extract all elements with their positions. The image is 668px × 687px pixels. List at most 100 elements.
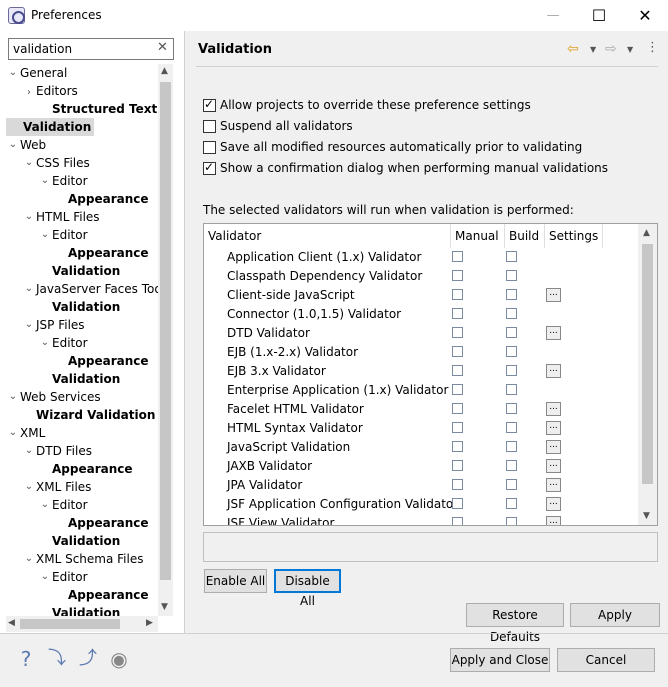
settings-button[interactable]: ... <box>546 440 561 454</box>
expanded-chevron-icon[interactable]: ⌄ <box>6 424 20 442</box>
column-header-validator[interactable]: Validator <box>204 224 451 248</box>
table-row[interactable]: DTD Validator... <box>204 324 641 343</box>
settings-button[interactable]: ... <box>546 364 561 378</box>
manual-checkbox[interactable] <box>452 365 463 376</box>
tree-item[interactable]: ⌄ Editor <box>38 226 88 244</box>
apply-and-close-button[interactable]: Apply and Close <box>450 648 550 672</box>
expanded-chevron-icon[interactable]: ⌄ <box>22 316 36 334</box>
table-row[interactable]: Client-side JavaScript... <box>204 286 641 305</box>
collapsed-chevron-icon[interactable]: › <box>22 84 36 102</box>
table-row[interactable]: JPA Validator... <box>204 476 641 495</box>
build-checkbox[interactable] <box>506 251 517 262</box>
table-row[interactable]: Application Client (1.x) Validator <box>204 248 641 267</box>
expanded-chevron-icon[interactable]: ⌄ <box>22 550 36 568</box>
tree-item[interactable]: ⌄ XML Schema Files <box>22 550 144 568</box>
scroll-up-icon[interactable]: ▲ <box>643 228 650 238</box>
manual-checkbox[interactable] <box>452 289 463 300</box>
manual-checkbox[interactable] <box>452 517 463 525</box>
expanded-chevron-icon[interactable]: ⌄ <box>6 64 20 82</box>
tree-horizontal-scrollbar[interactable]: ◀ ▶ <box>6 616 158 632</box>
build-checkbox[interactable] <box>506 289 517 300</box>
manual-checkbox[interactable] <box>452 422 463 433</box>
tree-item[interactable]: ⌄ Editor <box>38 172 88 190</box>
expanded-chevron-icon[interactable]: ⌄ <box>22 442 36 460</box>
record-icon[interactable]: ◉ <box>108 648 130 670</box>
tree-item[interactable]: Appearance <box>54 352 149 370</box>
settings-button[interactable]: ... <box>546 288 561 302</box>
build-checkbox[interactable] <box>506 460 517 471</box>
tree-item[interactable]: ⌄ JavaServer Faces Too <box>22 280 158 298</box>
build-checkbox[interactable] <box>506 403 517 414</box>
tree-item[interactable]: ⌄ Web Services <box>6 388 101 406</box>
export-icon[interactable]: ⤴ <box>77 648 99 670</box>
build-checkbox[interactable] <box>506 346 517 357</box>
column-header-manual[interactable]: Manual <box>451 224 505 248</box>
scroll-thumb[interactable] <box>160 82 171 580</box>
tree-item[interactable]: Appearance <box>54 244 149 262</box>
cancel-button[interactable]: Cancel <box>557 648 655 672</box>
option-label[interactable]: Suspend all validators <box>220 119 353 133</box>
build-checkbox[interactable] <box>506 422 517 433</box>
expanded-chevron-icon[interactable]: ⌄ <box>38 496 52 514</box>
expanded-chevron-icon[interactable]: ⌄ <box>38 568 52 586</box>
settings-button[interactable]: ... <box>546 459 561 473</box>
option-checkbox[interactable] <box>203 97 216 112</box>
forward-arrow-icon[interactable]: ⇨ <box>605 41 617 57</box>
build-checkbox[interactable] <box>506 479 517 490</box>
manual-checkbox[interactable] <box>452 270 463 281</box>
tree-item[interactable]: ⌄ DTD Files <box>22 442 92 460</box>
manual-checkbox[interactable] <box>452 308 463 319</box>
scroll-thumb[interactable] <box>20 619 120 629</box>
table-row[interactable]: JSF Application Configuration Validator.… <box>204 495 641 514</box>
restore-defaults-button[interactable]: Restore Defaults <box>466 603 564 644</box>
tree-item[interactable]: Validation <box>38 370 120 388</box>
apply-button[interactable]: Apply <box>570 603 660 627</box>
sash-divider[interactable] <box>184 31 185 633</box>
tree-item[interactable]: ⌄ Editor <box>38 496 88 514</box>
settings-button[interactable]: ... <box>546 421 561 435</box>
expanded-chevron-icon[interactable]: ⌄ <box>22 208 36 226</box>
settings-button[interactable]: ... <box>546 402 561 416</box>
filter-input[interactable] <box>8 38 174 60</box>
back-arrow-icon[interactable]: ⇦ <box>567 41 579 57</box>
expanded-chevron-icon[interactable]: ⌄ <box>6 388 20 406</box>
table-row[interactable]: Connector (1.0,1.5) Validator <box>204 305 641 324</box>
scroll-up-icon[interactable]: ▲ <box>161 66 168 76</box>
expanded-chevron-icon[interactable]: ⌄ <box>38 172 52 190</box>
tree-item[interactable]: Structured Text <box>38 100 157 118</box>
clear-filter-icon[interactable]: ✕ <box>157 40 168 55</box>
table-row[interactable]: Facelet HTML Validator... <box>204 400 641 419</box>
manual-checkbox[interactable] <box>452 403 463 414</box>
manual-checkbox[interactable] <box>452 479 463 490</box>
table-row[interactable]: EJB (1.x-2.x) Validator <box>204 343 641 362</box>
manual-checkbox[interactable] <box>452 384 463 395</box>
scroll-down-icon[interactable]: ▼ <box>643 511 650 521</box>
option-label[interactable]: Save all modified resources automaticall… <box>220 140 582 154</box>
tree-item[interactable]: › Editors <box>22 82 78 100</box>
settings-button[interactable]: ... <box>546 497 561 511</box>
tree-item[interactable]: Appearance <box>54 190 149 208</box>
build-checkbox[interactable] <box>506 270 517 281</box>
build-checkbox[interactable] <box>506 308 517 319</box>
tree-item[interactable]: ⌄ XML Files <box>22 478 92 496</box>
option-checkbox[interactable] <box>203 160 216 175</box>
option-checkbox[interactable] <box>203 120 216 133</box>
close-window-button[interactable]: ✕ <box>622 0 668 31</box>
tree-item[interactable]: Appearance <box>38 460 133 478</box>
tree-item[interactable]: ⌄ CSS Files <box>22 154 90 172</box>
tree-item[interactable]: Wizard Validation <box>22 406 155 424</box>
option-label[interactable]: Allow projects to override these prefere… <box>220 98 531 112</box>
table-row[interactable]: Enterprise Application (1.x) Validator <box>204 381 641 400</box>
manual-checkbox[interactable] <box>452 251 463 262</box>
scroll-right-icon[interactable]: ▶ <box>146 618 153 628</box>
build-checkbox[interactable] <box>506 327 517 338</box>
build-checkbox[interactable] <box>506 517 517 525</box>
expanded-chevron-icon[interactable]: ⌄ <box>22 154 36 172</box>
enable-all-button[interactable]: Enable All <box>204 569 267 593</box>
tree-item[interactable]: ⌄ JSP Files <box>22 316 85 334</box>
tree-item[interactable]: Validation <box>38 532 120 550</box>
expanded-chevron-icon[interactable]: ⌄ <box>38 226 52 244</box>
option-checkbox[interactable] <box>203 141 216 154</box>
expanded-chevron-icon[interactable]: ⌄ <box>22 478 36 496</box>
table-row[interactable]: JAXB Validator... <box>204 457 641 476</box>
